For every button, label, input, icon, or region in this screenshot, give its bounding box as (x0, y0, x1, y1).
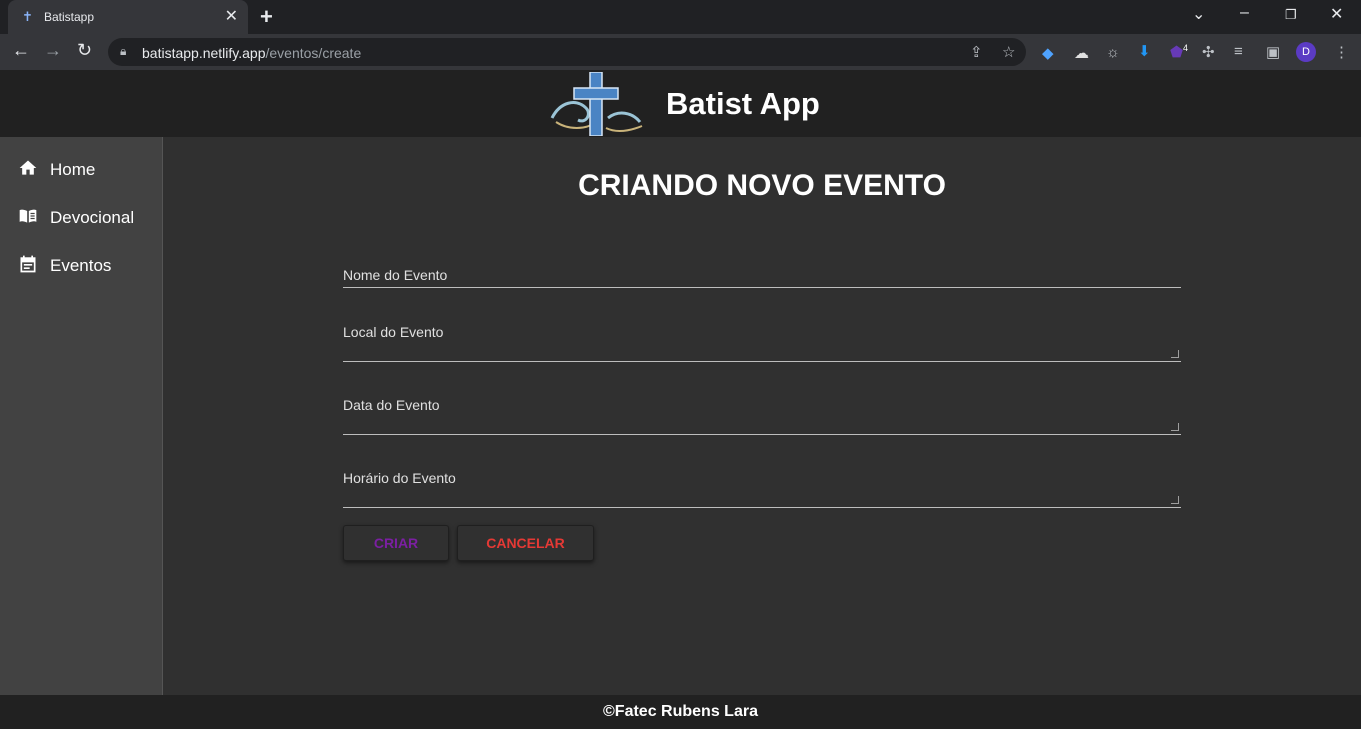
data-evento-field[interactable]: Data do Evento (343, 393, 1181, 435)
sidebar-item-eventos[interactable]: Eventos (0, 245, 162, 285)
bookmark-star-icon[interactable]: ☆ (1002, 43, 1015, 61)
profile-avatar[interactable]: D (1296, 42, 1316, 62)
extension-badge-icon[interactable]: ⬟4 (1170, 43, 1188, 61)
app-header: Batist App (0, 70, 1361, 137)
forward-button[interactable]: → (44, 40, 62, 61)
local-evento-field[interactable]: Local do Evento (343, 320, 1181, 362)
cross-logo-icon (550, 72, 643, 136)
sidebar-item-devocional[interactable]: Devocional (0, 197, 162, 237)
resize-handle-icon[interactable] (1171, 423, 1179, 431)
close-window-button[interactable]: ✕ (1330, 4, 1343, 24)
extension-cloud-icon[interactable]: ☁ (1074, 44, 1089, 62)
field-label: Data do Evento (343, 397, 440, 413)
restore-button[interactable]: ❐ (1285, 7, 1297, 23)
share-icon[interactable]: ⇪ (970, 43, 983, 61)
field-label: Horário do Evento (343, 470, 456, 486)
home-icon (19, 160, 37, 175)
sidebar-item-label: Devocional (50, 208, 135, 227)
event-icon (20, 255, 36, 273)
sidebar-item-label: Home (50, 160, 96, 179)
footer-text: ©Fatec Rubens Lara (603, 703, 758, 720)
extension-download-icon[interactable]: ⬇ (1138, 42, 1151, 60)
extensions-puzzle-icon[interactable]: ✣ (1202, 43, 1215, 61)
resize-handle-icon[interactable] (1171, 496, 1179, 504)
cross-favicon-icon: ✝ (22, 9, 33, 24)
tab-title: Batistapp (44, 10, 95, 24)
nome-evento-field[interactable]: Nome do Evento (343, 263, 1181, 288)
minimize-button[interactable]: – (1240, 4, 1249, 22)
browser-toolbar: ← → ↻ 🔒︎ batistapp.netlify.app/eventos/c… (0, 34, 1361, 70)
new-tab-button[interactable]: + (260, 4, 273, 30)
extension-bulb-icon[interactable]: ☼ (1106, 44, 1120, 61)
tab-close-icon[interactable]: ✕ (225, 6, 238, 26)
extension-gem-icon[interactable]: ◆ (1042, 44, 1054, 62)
url-text: batistapp.netlify.app/eventos/create (142, 45, 362, 61)
menu-kebab-icon[interactable]: ⋮ (1334, 43, 1349, 61)
tab-search-icon[interactable]: ⌄ (1192, 4, 1205, 24)
browser-tab[interactable]: ✝ Batistapp ✕ (8, 0, 248, 34)
back-button[interactable]: ← (12, 40, 30, 61)
resize-handle-icon[interactable] (1171, 350, 1179, 358)
browser-tab-bar: ✝ Batistapp ✕ + ⌄ – ❐ ✕ (0, 0, 1361, 34)
lock-icon[interactable]: 🔒︎ (120, 44, 126, 59)
reload-button[interactable]: ↻ (77, 40, 92, 61)
field-label: Nome do Evento (343, 267, 448, 283)
main-content: CRIANDO NOVO EVENTO Nome do Evento Local… (163, 137, 1361, 695)
sidebar: Home Devocional Eventos (0, 137, 163, 695)
field-label: Local do Evento (343, 324, 444, 340)
cancel-button[interactable]: CANCELAR (457, 525, 594, 561)
sidebar-item-label: Eventos (50, 256, 112, 275)
media-queue-icon[interactable]: ≡ (1234, 43, 1243, 60)
create-button[interactable]: CRIAR (343, 525, 449, 561)
book-icon (19, 209, 37, 223)
side-panel-icon[interactable]: ▣ (1266, 43, 1280, 61)
footer: ©Fatec Rubens Lara (0, 695, 1361, 729)
sidebar-item-home[interactable]: Home (0, 149, 162, 189)
address-bar[interactable]: 🔒︎ batistapp.netlify.app/eventos/create … (108, 38, 1026, 66)
app-title: Batist App (666, 86, 820, 121)
horario-evento-field[interactable]: Horário do Evento (343, 466, 1181, 508)
page-title: CRIANDO NOVO EVENTO (578, 169, 946, 202)
